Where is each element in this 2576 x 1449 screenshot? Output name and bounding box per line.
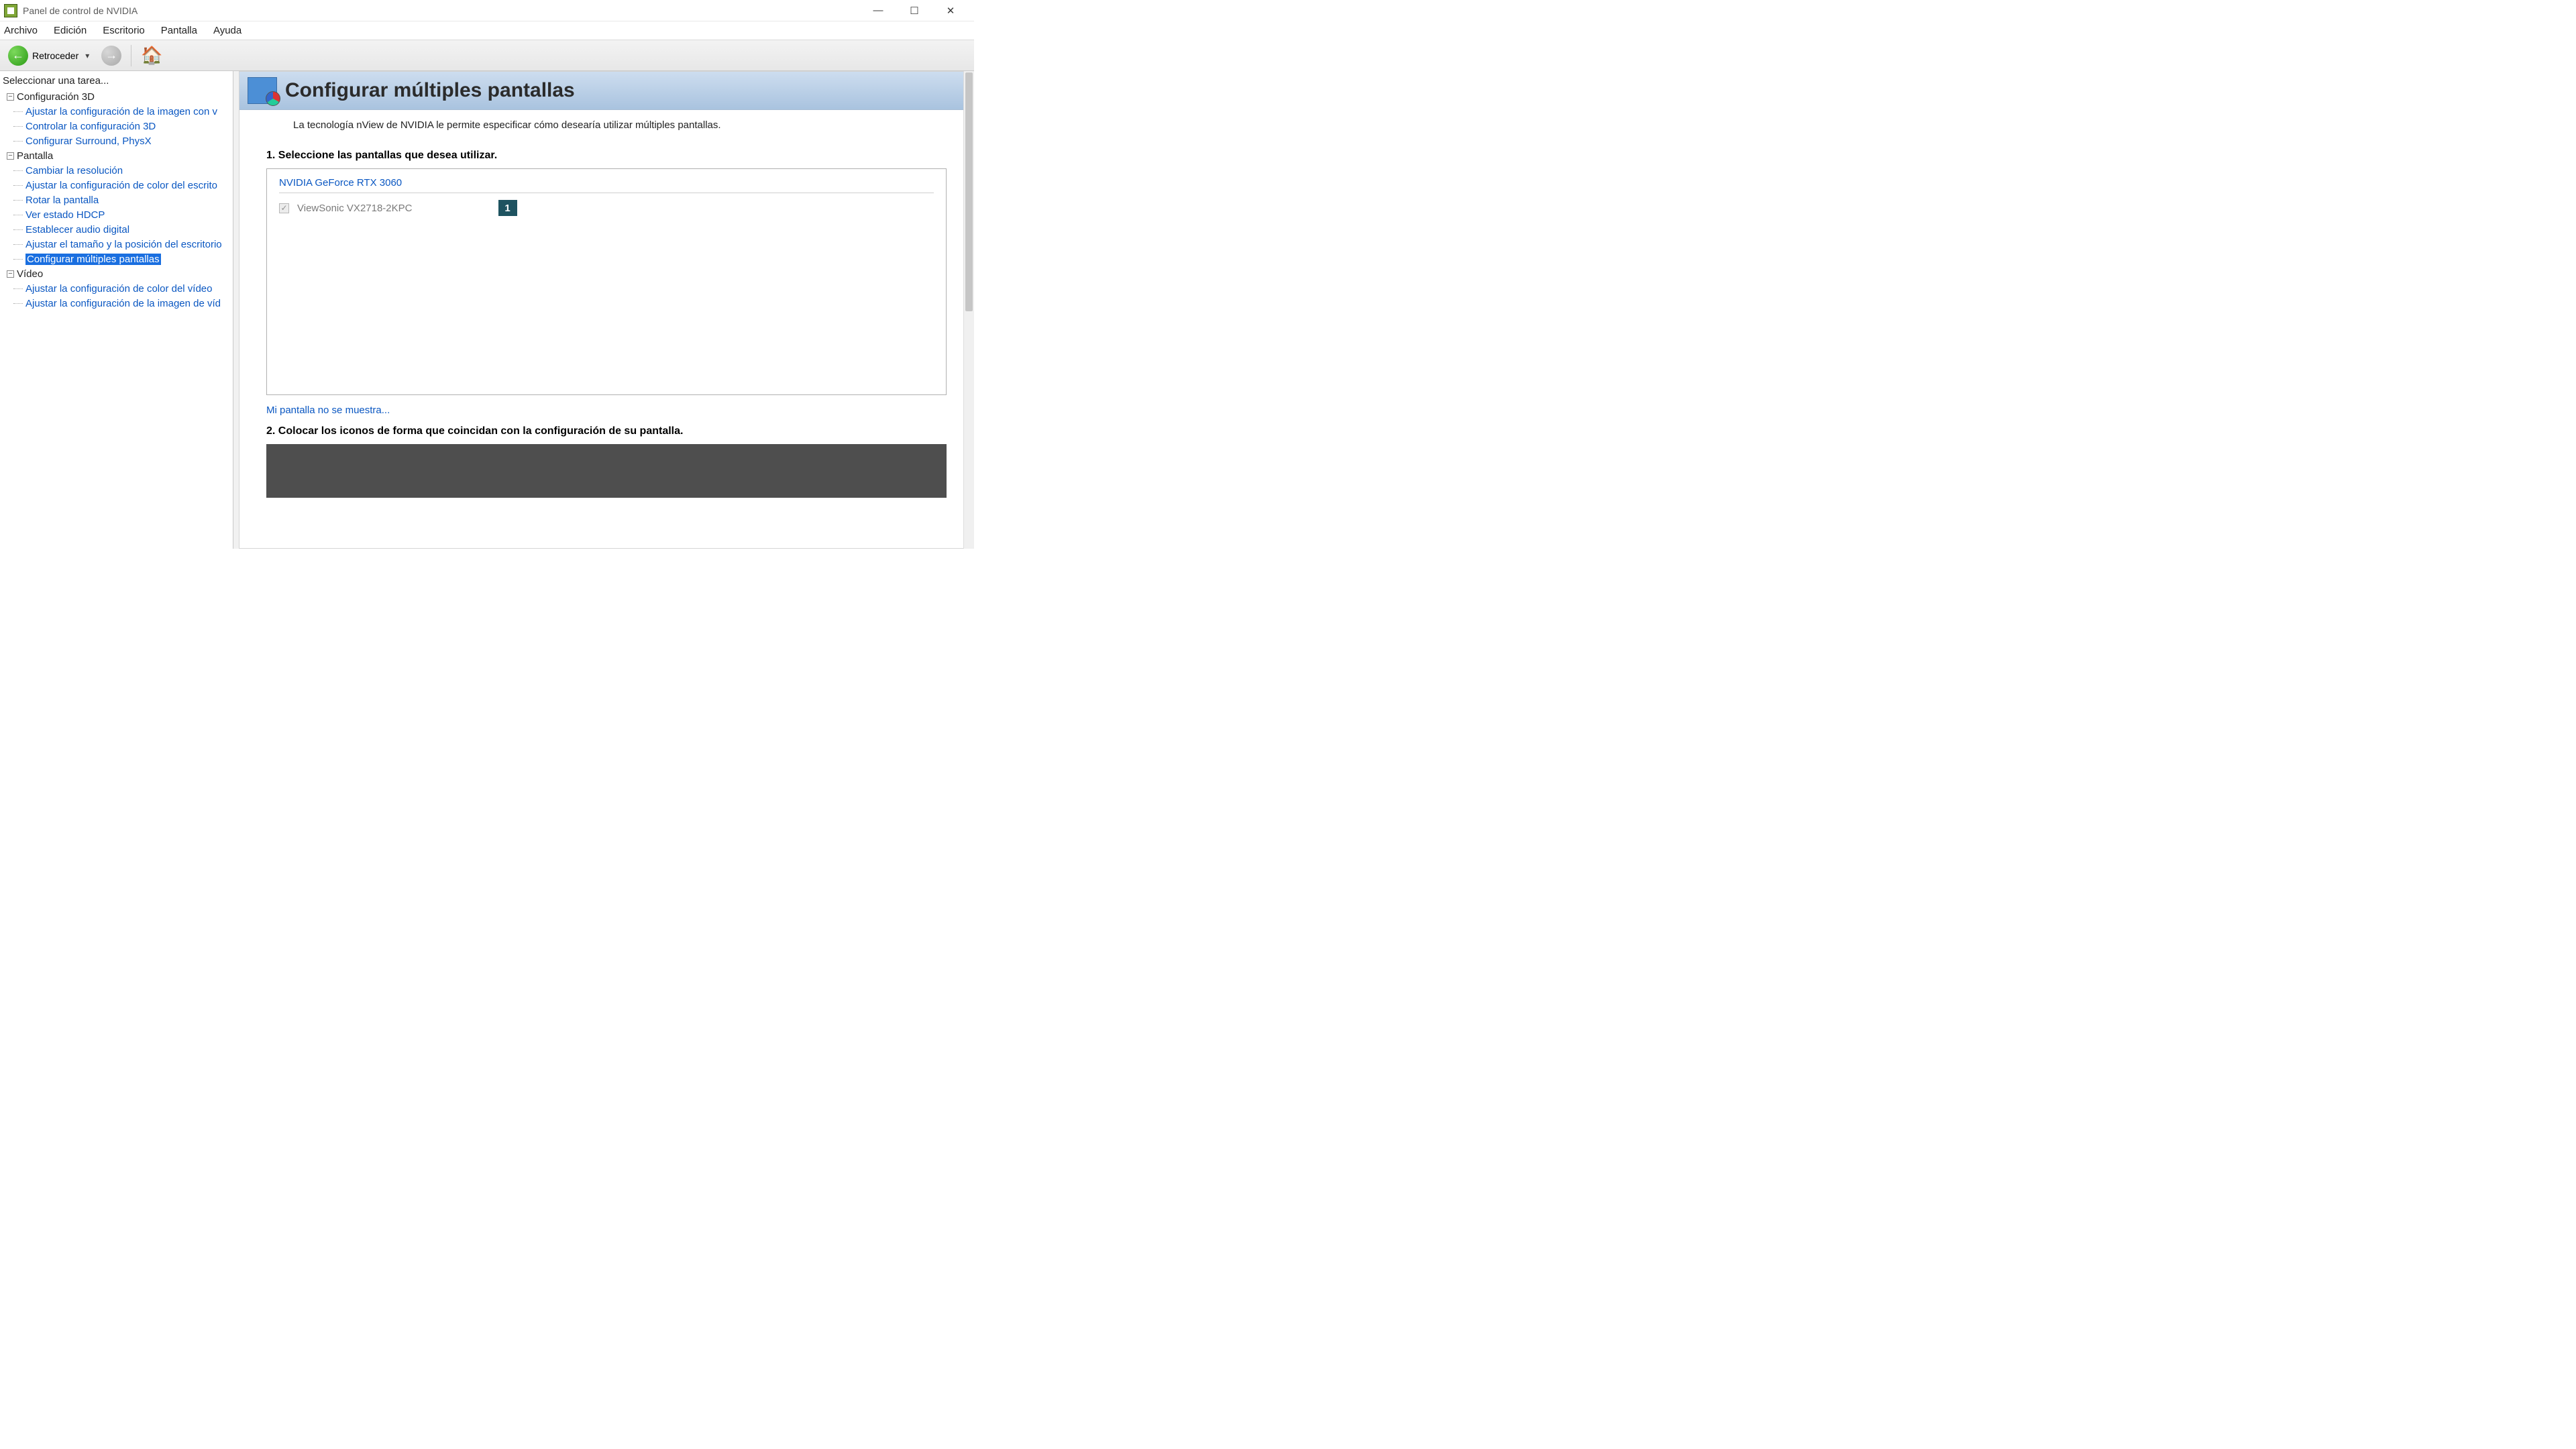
back-dropdown-icon[interactable]: ▾ — [83, 51, 92, 60]
tree-item-label: Controlar la configuración 3D — [25, 121, 156, 132]
maximize-button[interactable]: ☐ — [906, 5, 923, 17]
tree-group-label: Vídeo — [17, 268, 43, 280]
toolbar: ← Retroceder ▾ → 🏠 — [0, 40, 974, 71]
tree-item-label: Ver estado HDCP — [25, 209, 105, 221]
main-scrollbar[interactable] — [963, 71, 974, 549]
scrollbar-thumb[interactable] — [965, 72, 973, 311]
window-controls: — ☐ ✕ — [869, 5, 973, 17]
main-panel: Configurar múltiples pantallas La tecnol… — [233, 71, 974, 549]
color-wheel-icon — [266, 91, 280, 106]
sidebar-heading: Seleccionar una tarea... — [0, 71, 233, 89]
menu-pantalla[interactable]: Pantalla — [161, 25, 197, 36]
display-row[interactable]: ✓ ViewSonic VX2718-2KPC 1 — [279, 200, 934, 216]
page-intro: La tecnología nView de NVIDIA le permite… — [239, 110, 973, 136]
tree-item-label: Ajustar la configuración de la imagen de… — [25, 298, 221, 309]
menu-edicion[interactable]: Edición — [54, 25, 87, 36]
window-title: Panel de control de NVIDIA — [23, 5, 138, 16]
tree-item-label: Establecer audio digital — [25, 224, 129, 235]
tree-group[interactable]: −Configuración 3D — [0, 89, 233, 104]
tree-item-label: Cambiar la resolución — [25, 165, 123, 176]
titlebar: Panel de control de NVIDIA — ☐ ✕ — [0, 0, 974, 21]
back-icon: ← — [8, 46, 28, 66]
page-header: Configurar múltiples pantallas — [239, 72, 973, 110]
back-label: Retroceder — [32, 50, 78, 61]
main-inner: Configurar múltiples pantallas La tecnol… — [239, 71, 974, 549]
tree-group[interactable]: −Vídeo — [0, 266, 233, 281]
display-checkbox[interactable]: ✓ — [279, 203, 289, 213]
content: Seleccionar una tarea... −Configuración … — [0, 71, 974, 549]
step2-section: 2. Colocar los iconos de forma que coinc… — [239, 423, 973, 504]
tree-group-label: Pantalla — [17, 150, 53, 162]
home-button[interactable]: 🏠 — [138, 44, 165, 68]
tree-item[interactable]: Ajustar la configuración de la imagen de… — [0, 296, 233, 311]
tree-item[interactable]: Ver estado HDCP — [0, 207, 233, 222]
forward-icon: → — [101, 46, 121, 66]
page-title: Configurar múltiples pantallas — [285, 79, 575, 102]
tree-item-label: Configurar Surround, PhysX — [25, 136, 152, 147]
display-index-badge: 1 — [498, 200, 517, 216]
collapse-icon[interactable]: − — [7, 270, 14, 278]
gpu-name: NVIDIA GeForce RTX 3060 — [279, 177, 934, 189]
tree-item[interactable]: Ajustar el tamaño y la posición del escr… — [0, 237, 233, 252]
back-button[interactable]: ← Retroceder ▾ — [5, 44, 95, 68]
sidebar: Seleccionar una tarea... −Configuración … — [0, 71, 233, 549]
tree-group[interactable]: −Pantalla — [0, 148, 233, 163]
tree-item[interactable]: Configurar Surround, PhysX — [0, 133, 233, 148]
tree-item[interactable]: Ajustar la configuración de color del es… — [0, 178, 233, 193]
collapse-icon[interactable]: − — [7, 93, 14, 101]
tree-item[interactable]: Ajustar la configuración de la imagen co… — [0, 104, 233, 119]
tree-item[interactable]: Establecer audio digital — [0, 222, 233, 237]
arrange-canvas[interactable] — [266, 444, 947, 498]
monitors-icon — [248, 77, 277, 104]
step2-title: 2. Colocar los iconos de forma que coinc… — [266, 425, 947, 437]
gpu-display-list: NVIDIA GeForce RTX 3060 ✓ ViewSonic VX27… — [266, 168, 947, 395]
tree-item-label: Ajustar la configuración de la imagen co… — [25, 106, 217, 117]
tree-item-label: Ajustar el tamaño y la posición del escr… — [25, 239, 222, 250]
step1-section: 1. Seleccione las pantallas que desea ut… — [239, 136, 973, 423]
tree-item-label: Ajustar la configuración de color del ví… — [25, 283, 213, 294]
tree-item[interactable]: Cambiar la resolución — [0, 163, 233, 178]
step1-title: 1. Seleccione las pantallas que desea ut… — [266, 150, 947, 162]
home-icon: 🏠 — [141, 45, 162, 66]
close-button[interactable]: ✕ — [942, 5, 959, 17]
task-tree: −Configuración 3DAjustar la configuració… — [0, 89, 233, 311]
tree-item[interactable]: Rotar la pantalla — [0, 193, 233, 207]
collapse-icon[interactable]: − — [7, 152, 14, 160]
display-name: ViewSonic VX2718-2KPC — [297, 203, 413, 214]
tree-item[interactable]: Controlar la configuración 3D — [0, 119, 233, 133]
tree-item-label: Configurar múltiples pantallas — [25, 254, 161, 265]
menu-archivo[interactable]: Archivo — [4, 25, 38, 36]
menu-escritorio[interactable]: Escritorio — [103, 25, 145, 36]
menubar: Archivo Edición Escritorio Pantalla Ayud… — [0, 21, 974, 40]
app-icon — [4, 4, 17, 17]
display-missing-link[interactable]: Mi pantalla no se muestra... — [266, 395, 390, 416]
tree-item[interactable]: Configurar múltiples pantallas — [0, 252, 233, 266]
tree-item-label: Rotar la pantalla — [25, 195, 99, 206]
forward-button[interactable]: → — [99, 44, 124, 68]
tree-item-label: Ajustar la configuración de color del es… — [25, 180, 217, 191]
minimize-button[interactable]: — — [869, 5, 887, 17]
tree-item[interactable]: Ajustar la configuración de color del ví… — [0, 281, 233, 296]
tree-group-label: Configuración 3D — [17, 91, 95, 103]
menu-ayuda[interactable]: Ayuda — [213, 25, 241, 36]
